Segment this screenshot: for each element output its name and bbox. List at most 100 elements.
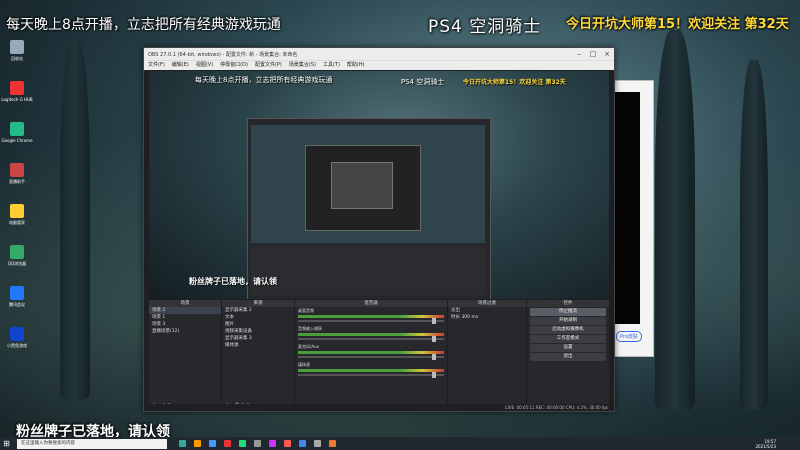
desktop-icon-pc-manager[interactable]: 电脑管家 [2,204,32,242]
preview-fan-badge-text: 粉丝牌子已落地，请认领 [189,277,277,286]
source-item[interactable]: 显示器采集 2 [222,307,294,314]
desktop-icon-label: 电脑管家 [9,220,25,225]
minimize-icon[interactable]: – [572,48,586,60]
menu-tools[interactable]: 工具(T) [323,61,340,70]
nested-obs-window [247,118,491,299]
obs-menubar: 文件(F) 编辑(E) 视图(V) 停靠窗口(D) 配置文件(P) 场景集合(S… [144,60,614,70]
mixer-track: 桌面音频 [295,307,447,325]
volume-slider[interactable] [298,318,444,324]
preview-game-title: PS4 空洞骑士 [401,78,445,86]
taskbar-app-icon[interactable] [314,440,321,447]
mixer-header: 混音器 [295,300,447,307]
black-panel [612,92,640,324]
close-icon[interactable]: × [600,48,614,60]
track-name: 桌面音频 [298,308,314,313]
taskbar-app-icon[interactable] [239,440,246,447]
taskbar-app-icon[interactable] [254,440,261,447]
duration-field[interactable]: 时长 300 ms [448,314,526,321]
desktop-icon-tencent-meeting[interactable]: 腾讯会议 [2,286,32,324]
desktop-icon-label: 腾讯会议 [9,302,25,307]
mixer-track: 麦克风/Aux [295,343,447,361]
volume-slider[interactable] [298,336,444,342]
menu-scene-collection[interactable]: 场景集合(S) [289,61,316,70]
obs-window: OBS 27.0.1 (64-bit, windows) - 配置文件: 新 -… [143,47,615,412]
track-name: 媒体源 [298,362,310,367]
duration-value: 300 ms [461,315,479,320]
sources-header: 来源 [222,300,294,307]
taskbar-app-icon[interactable] [209,440,216,447]
clock-date: 2021/5/23 [755,443,776,449]
obs-statusbar: LIVE: 00:05:11 REC: 00:00:00 CPU: 4.2%, … [144,404,614,411]
source-item[interactable]: 视频采集设备 [222,328,294,335]
source-item[interactable]: 图片 [222,321,294,328]
scene-item[interactable]: 场景 2 [149,307,221,314]
taskbar-search[interactable]: 在这里输入你要搜索的内容 [17,438,167,449]
scene-item[interactable]: 场景 3 [149,321,221,328]
desktop-icon-qq-browser[interactable]: QQ浏览器 [2,245,32,283]
game-title-text: PS4 空洞骑士 [428,17,542,37]
pc-manager-icon [10,204,24,218]
preview-day-counter: 今日开坑大师第15！欢迎关注 第32天 [463,79,566,86]
menu-edit[interactable]: 编辑(E) [172,61,189,70]
desktop-icon-label: Logitech G HUB [1,97,33,102]
volume-slider[interactable] [298,372,444,378]
controls-header: 控件 [527,300,609,307]
scenes-dock: 场景 场景 2 场景 1 场景 3 直播场景(12) + – ∧ ∨ [149,300,222,409]
start-recording-button[interactable]: 开始录制 [530,317,606,325]
maximize-icon[interactable]: □ [586,48,600,60]
taskbar-app-icon[interactable] [284,440,291,447]
source-item[interactable]: 媒体源 [222,342,294,349]
desktop-icon-label: 回收站 [11,56,23,61]
desktop-icons: 回收站 Logitech G HUB Google Chrome 直播助手 电脑… [1,40,54,368]
studio-mode-button[interactable]: 工作室模式 [530,335,606,343]
taskbar-app-icon[interactable] [329,440,336,447]
menu-profile[interactable]: 配置文件(P) [255,61,282,70]
transition-type-select[interactable]: 淡出 [448,307,526,314]
taskbar-app-icon[interactable] [194,440,201,447]
menu-file[interactable]: 文件(F) [148,61,165,70]
taskbar-app-icon[interactable] [269,440,276,447]
obs-preview[interactable]: 每天晚上8点开播，立志把所有经典游戏玩通 PS4 空洞骑士 今日开坑大师第15！… [149,71,609,299]
stream-schedule-text: 每天晚上8点开播，立志把所有经典游戏玩通 [6,17,281,33]
taskbar: ⊞ 在这里输入你要搜索的内容 19:57 2021/5/23 [0,437,800,450]
pro-skin-button[interactable]: Pro皮肤 [616,331,642,342]
game-icon [10,327,24,341]
obs-title: OBS 27.0.1 (64-bit, windows) - 配置文件: 新 -… [148,51,298,58]
windows-start-icon[interactable]: ⊞ [0,437,13,450]
wallpaper-tree [60,40,90,400]
taskbar-app-icon[interactable] [299,440,306,447]
nested-preview [251,125,485,243]
menu-view[interactable]: 视图(V) [196,61,213,70]
transitions-dock: 场景过渡 淡出 时长 300 ms [448,300,527,409]
desktop-icon-ghub[interactable]: Logitech G HUB [1,81,33,119]
live-helper-icon [10,163,24,177]
scene-item[interactable]: 场景 1 [149,314,221,321]
desktop-icon-game[interactable]: 小黑鱼游戏 [2,327,32,365]
settings-button[interactable]: 设置 [530,344,606,352]
ghub-icon [10,81,24,95]
nested-obs-window-3 [331,162,393,209]
desktop-icon-label: 直播助手 [9,179,25,184]
mixer-track: 音频输入捕获 [295,325,447,343]
stop-streaming-button[interactable]: 停止推流 [530,308,606,316]
virtual-camera-button[interactable]: 启动虚拟摄像机 [530,326,606,334]
menu-docks[interactable]: 停靠窗口(D) [220,61,248,70]
nested-docks [251,247,485,295]
taskbar-app-icon[interactable] [224,440,231,447]
preview-schedule-text: 每天晚上8点开播，立志把所有经典游戏玩通 [195,76,333,84]
menu-help[interactable]: 帮助(H) [347,61,365,70]
wallpaper-tree [655,30,695,410]
scene-item[interactable]: 直播场景(12) [149,328,221,335]
desktop-icon-label: 小黑鱼游戏 [7,343,27,348]
source-item[interactable]: 文本 [222,314,294,321]
taskbar-app-icon[interactable] [179,440,186,447]
desktop-icon-live-helper[interactable]: 直播助手 [2,163,32,201]
exit-button[interactable]: 退出 [530,353,606,361]
track-name: 麦克风/Aux [298,344,319,349]
desktop-icon-chrome[interactable]: Google Chrome [1,122,33,160]
chrome-icon [10,122,24,136]
desktop-icon-recycle-bin[interactable]: 回收站 [2,40,32,78]
system-clock[interactable]: 19:57 2021/5/23 [755,439,800,449]
volume-slider[interactable] [298,354,444,360]
source-item[interactable]: 显示器采集 3 [222,335,294,342]
